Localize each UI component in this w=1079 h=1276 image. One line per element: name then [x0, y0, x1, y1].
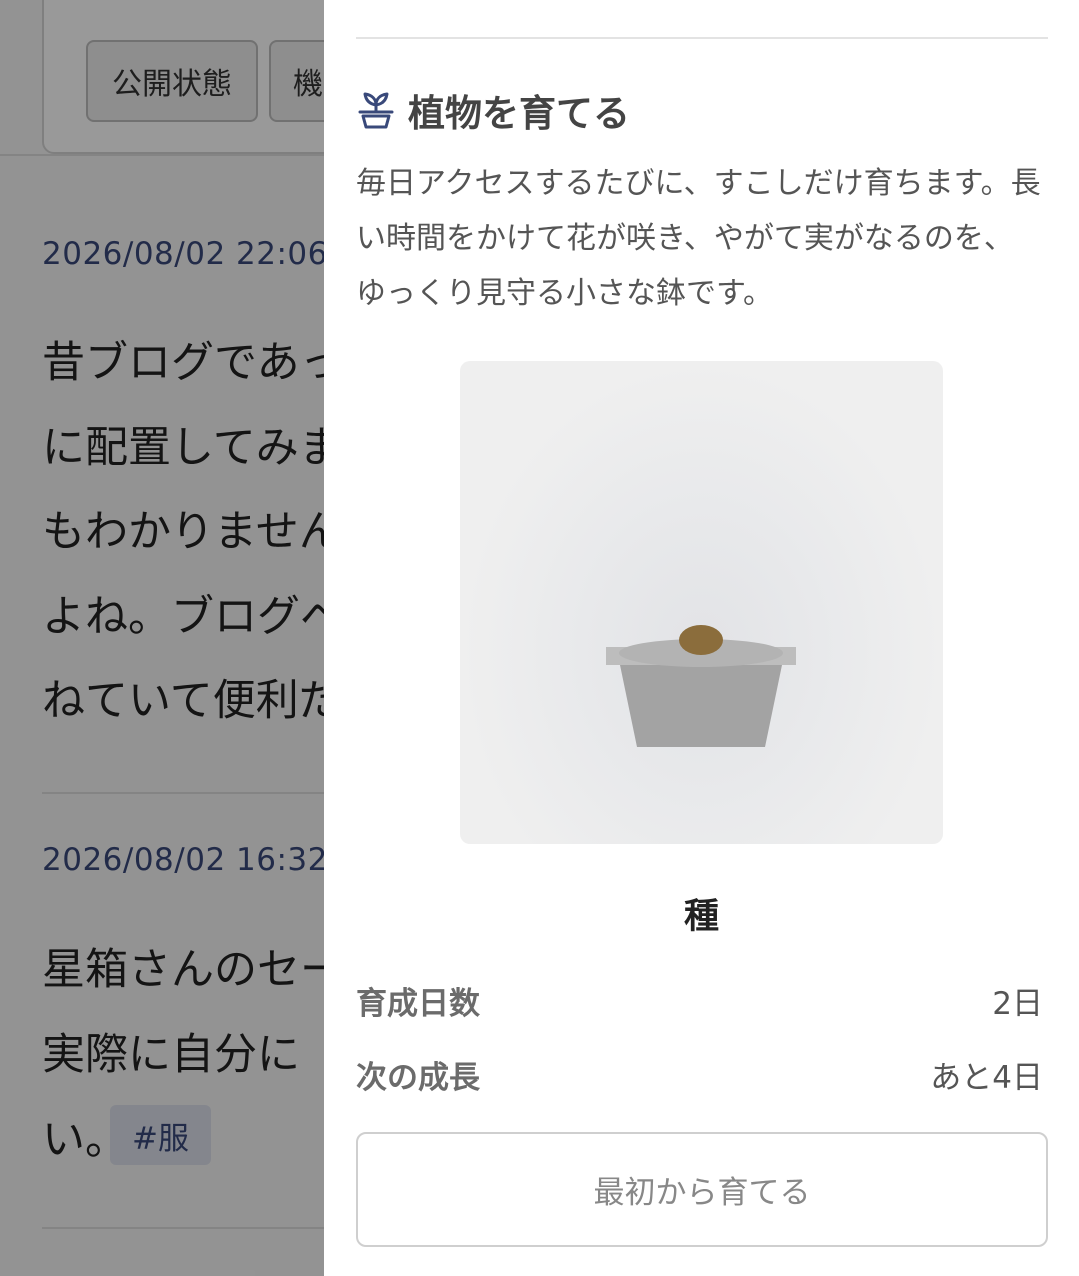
growth-stage-name: 種 [683, 897, 719, 937]
description-line: ゆっくり見守る小さな鉢です。 [356, 276, 773, 311]
seed [679, 625, 723, 655]
restart-growing-button[interactable]: 最初から育てる [356, 1132, 1048, 1247]
next-growth-label: 次の成長 [356, 1060, 480, 1096]
description-line: 毎日アクセスするたびに、すこしだけ育ちます。長 [356, 166, 1041, 201]
next-growth-value: あと4日 [930, 1060, 1043, 1096]
days-grown-label: 育成日数 [356, 986, 480, 1022]
section-title-text: 植物を育てる [408, 92, 630, 135]
plant-pot-icon [358, 92, 394, 129]
plant-drawer: 植物を育てる 毎日アクセスするたびに、すこしだけ育ちます。長 い時間をかけて花が… [324, 0, 1079, 1276]
section-title: 植物を育てる [356, 82, 630, 138]
drawer-divider [356, 37, 1048, 39]
pot-body [620, 665, 782, 747]
plant-description: 毎日アクセスするたびに、すこしだけ育ちます。長 い時間をかけて花が咲き、やがて実… [356, 156, 1056, 321]
description-line: い時間をかけて花が咲き、やがて実がなるのを、 [356, 221, 1014, 256]
days-grown-value: 2日 [992, 986, 1043, 1022]
seed-pot-illustration [606, 625, 796, 747]
plant-illustration [460, 361, 943, 844]
